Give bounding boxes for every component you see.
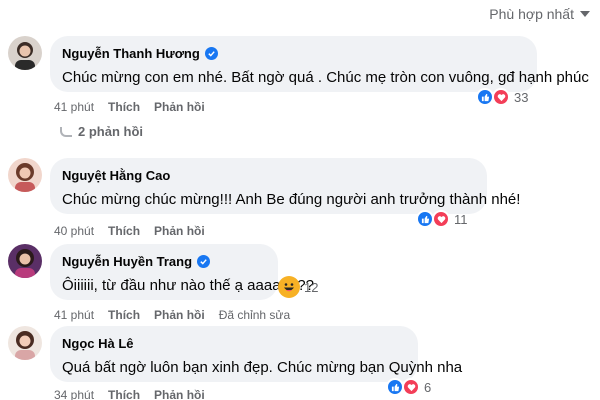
replies-label: 2 phản hồi: [78, 124, 143, 139]
love-reaction-icon: [492, 88, 510, 106]
comment-time[interactable]: 40 phút: [54, 224, 94, 238]
comment-author[interactable]: Nguyễn Huyền Trang: [62, 254, 192, 269]
like-button[interactable]: Thích: [108, 100, 140, 114]
sort-dropdown[interactable]: Phù hợp nhất: [489, 6, 590, 22]
verified-badge-icon: [204, 46, 218, 60]
reaction-count: 11: [454, 211, 468, 227]
reaction-summary[interactable]: 11: [416, 210, 468, 228]
reaction-summary[interactable]: 6: [386, 378, 431, 396]
avatar[interactable]: [8, 244, 42, 278]
reaction-count: 6: [424, 379, 432, 395]
comment-actions: 41 phút Thích Phản hồi: [54, 100, 205, 114]
comment-author[interactable]: Ngọc Hà Lê: [62, 336, 134, 351]
love-reaction-icon: [402, 378, 420, 396]
reaction-count: 33: [514, 89, 529, 105]
reply-button[interactable]: Phản hồi: [154, 224, 205, 238]
comment-text: Ôiiiiii, từ đầu như nào thế ạ aaaaa???: [62, 277, 314, 294]
reaction-count: 12: [304, 279, 319, 295]
comment-bubble: Nguyễn Thanh Hương Chúc mừng con em nhé.…: [50, 36, 589, 92]
comment-text: Chúc mừng chúc mừng!!! Anh Be đúng người…: [62, 191, 521, 208]
reply-arrow-icon: [60, 126, 72, 137]
comment-actions: 34 phút Thích Phản hồi: [54, 388, 205, 400]
comment-actions: 40 phút Thích Phản hồi: [54, 224, 205, 238]
comment-time[interactable]: 41 phút: [54, 308, 94, 322]
comment-bubble: Nguyệt Hằng Cao Chúc mừng chúc mừng!!! A…: [50, 158, 521, 214]
comment-author[interactable]: Nguyễn Thanh Hương: [62, 46, 200, 61]
like-button[interactable]: Thích: [108, 308, 140, 322]
comment-text: Quá bất ngờ luôn bạn xinh đẹp. Chúc mừng…: [62, 359, 463, 376]
comment-actions: 41 phút Thích Phản hồi Đã chỉnh sửa: [54, 308, 290, 322]
avatar[interactable]: [8, 158, 42, 192]
comment-author[interactable]: Nguyệt Hằng Cao: [62, 168, 170, 183]
comment-time[interactable]: 41 phút: [54, 100, 94, 114]
reaction-summary[interactable]: 12: [278, 276, 318, 298]
comment-bubble: Nguyễn Huyền Trang Ôiiiiii, từ đầu như n…: [50, 244, 314, 300]
edited-label: Đã chỉnh sửa: [218, 308, 291, 322]
avatar[interactable]: [8, 36, 42, 70]
love-reaction-icon: [432, 210, 450, 228]
like-button[interactable]: Thích: [108, 388, 140, 400]
reply-button[interactable]: Phản hồi: [154, 100, 205, 114]
chevron-down-icon: [580, 11, 590, 17]
sort-label: Phù hợp nhất: [489, 6, 574, 22]
like-button[interactable]: Thích: [108, 224, 140, 238]
avatar[interactable]: [8, 326, 42, 360]
reaction-summary[interactable]: 33: [476, 88, 528, 106]
comment-text: Chúc mừng con em nhé. Bất ngờ quá . Chúc…: [62, 69, 589, 86]
comment-bubble: Ngọc Hà Lê Quá bất ngờ luôn bạn xinh đẹp…: [50, 326, 463, 382]
reply-button[interactable]: Phản hồi: [154, 388, 205, 400]
verified-badge-icon: [197, 254, 211, 268]
haha-reaction-icon: [278, 276, 300, 298]
reply-button[interactable]: Phản hồi: [154, 308, 205, 322]
view-replies-button[interactable]: 2 phản hồi: [60, 124, 143, 139]
comment-time[interactable]: 34 phút: [54, 388, 94, 400]
